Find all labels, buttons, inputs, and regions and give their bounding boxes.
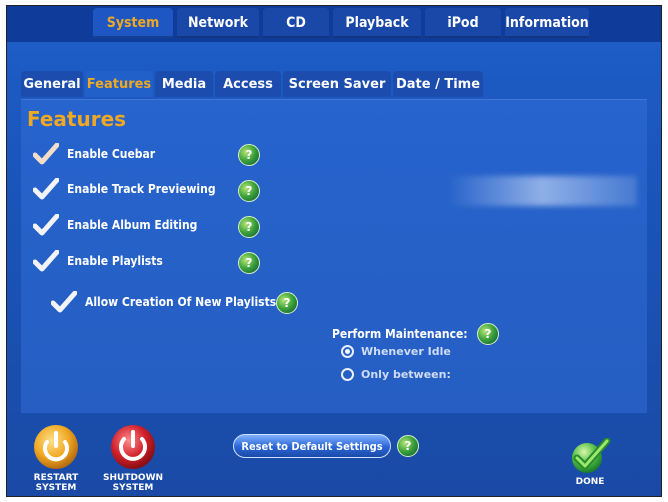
tab-network[interactable]: Network [177, 8, 259, 38]
power-icon [111, 425, 156, 469]
screen-glare [447, 176, 637, 206]
top-tab-bar: System Network CD Playback iPod Informat… [7, 6, 661, 42]
tab-label: System [106, 15, 160, 31]
subtab-general[interactable]: General [21, 71, 83, 97]
subtab-media[interactable]: Media [155, 71, 213, 97]
option-label: Enable Playlists [67, 254, 163, 268]
settings-screen: System Network CD Playback iPod Informat… [6, 5, 662, 497]
help-icon[interactable]: ? [397, 435, 419, 457]
checkmark-icon[interactable] [32, 177, 60, 200]
reset-defaults-button[interactable]: Reset to Default Settings [233, 434, 391, 458]
checkmark-icon[interactable] [50, 290, 78, 313]
help-icon[interactable]: ? [477, 323, 499, 345]
subtab-label: Screen Saver [288, 76, 386, 92]
maintenance-label: Perform Maintenance: [332, 327, 468, 341]
option-label: Allow Creation Of New Playlists [85, 295, 277, 309]
subtab-label: Date / Time [395, 76, 481, 92]
help-icon[interactable]: ? [276, 292, 298, 314]
button-label: Reset to Default Settings [241, 439, 383, 453]
help-icon[interactable]: ? [238, 252, 260, 274]
tab-ipod[interactable]: iPod [425, 8, 501, 38]
subtab-label: Media [161, 76, 207, 92]
radio-only-between[interactable]: Only between: [341, 368, 451, 381]
subtab-label: Features [86, 76, 152, 92]
checkmark-icon[interactable] [32, 213, 60, 236]
tab-playback[interactable]: Playback [333, 8, 421, 38]
radio-unselected-icon[interactable] [341, 368, 354, 381]
done-button[interactable]: DONE [569, 438, 611, 487]
shutdown-label-line1: SHUTDOWN [103, 473, 164, 483]
subtab-date-time[interactable]: Date / Time [393, 71, 483, 97]
subtab-access[interactable]: Access [215, 71, 281, 97]
option-enable-playlists[interactable]: Enable Playlists [32, 249, 163, 272]
tab-label: iPod [447, 15, 479, 31]
tab-system[interactable]: System [93, 8, 173, 38]
option-enable-album-editing[interactable]: Enable Album Editing [32, 213, 198, 236]
option-enable-track-previewing[interactable]: Enable Track Previewing [32, 177, 216, 200]
option-label: Enable Cuebar [67, 147, 156, 161]
tab-label: Information [505, 15, 589, 31]
option-label: Enable Album Editing [67, 218, 198, 232]
subtab-features[interactable]: Features [85, 71, 153, 97]
subtab-label: Access [223, 76, 273, 92]
subtab-label: General [23, 76, 81, 92]
tab-label: Playback [345, 15, 409, 31]
restart-system-button[interactable]: RESTART SYSTEM [31, 424, 81, 493]
tab-information[interactable]: Information [505, 8, 589, 38]
help-icon[interactable]: ? [238, 216, 260, 238]
help-icon[interactable]: ? [238, 180, 260, 202]
radio-label: Whenever Idle [361, 345, 451, 358]
checkmark-icon[interactable] [32, 249, 60, 272]
radio-selected-icon[interactable] [341, 345, 354, 358]
option-enable-cuebar[interactable]: Enable Cuebar [32, 142, 156, 165]
radio-label: Only between: [361, 368, 451, 381]
checkmark-icon[interactable] [32, 142, 60, 165]
option-allow-new-playlists[interactable]: Allow Creation Of New Playlists [50, 290, 277, 313]
shutdown-label-line2: SYSTEM [112, 483, 154, 493]
tab-label: Network [188, 15, 248, 31]
help-icon[interactable]: ? [238, 144, 260, 166]
subtab-screen-saver[interactable]: Screen Saver [283, 71, 391, 97]
restart-icon [34, 425, 78, 469]
tab-cd[interactable]: CD [263, 8, 329, 38]
radio-whenever-idle[interactable]: Whenever Idle [341, 345, 451, 358]
restart-label-line2: SYSTEM [35, 483, 77, 493]
shutdown-system-button[interactable]: SHUTDOWN SYSTEM [103, 424, 163, 493]
done-check-icon [572, 438, 611, 473]
restart-label-line1: RESTART [33, 473, 79, 483]
done-label: DONE [575, 477, 605, 487]
section-title: Features [27, 107, 127, 131]
option-label: Enable Track Previewing [67, 182, 216, 196]
tab-label: CD [286, 15, 306, 31]
